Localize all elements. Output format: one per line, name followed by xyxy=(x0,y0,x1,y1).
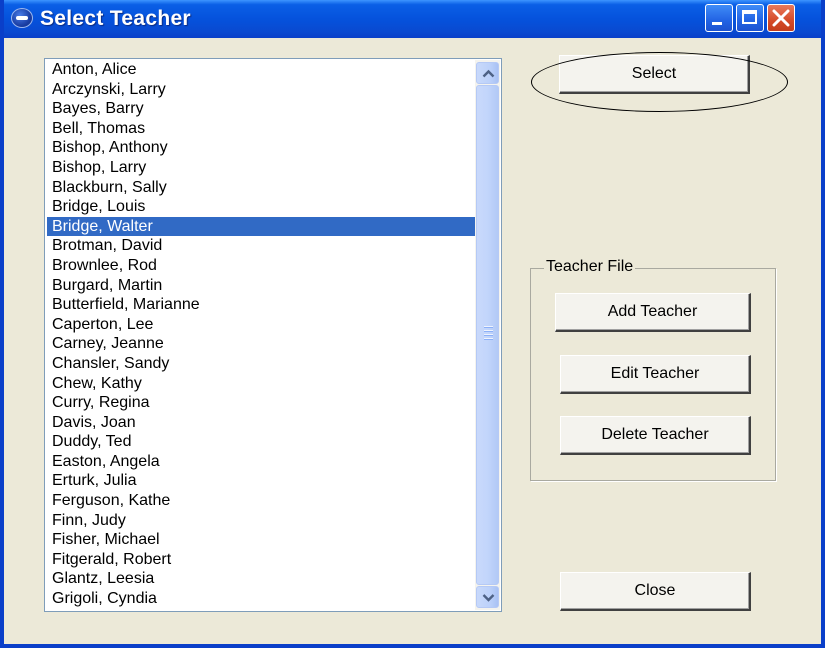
title-bar[interactable]: Select Teacher xyxy=(4,0,821,38)
list-item[interactable]: Davis, Joan xyxy=(47,413,475,433)
vertical-scrollbar[interactable] xyxy=(475,60,500,610)
list-item[interactable]: Arczynski, Larry xyxy=(47,80,475,100)
list-item[interactable]: Bayes, Barry xyxy=(47,99,475,119)
delete-teacher-button[interactable]: Delete Teacher xyxy=(560,416,751,455)
list-item[interactable]: Ferguson, Kathe xyxy=(47,491,475,511)
list-item[interactable]: Fisher, Michael xyxy=(47,530,475,550)
list-item[interactable]: Chew, Kathy xyxy=(47,374,475,394)
list-item[interactable]: Glantz, Leesia xyxy=(47,569,475,589)
list-item[interactable]: Anton, Alice xyxy=(47,60,475,80)
list-item[interactable]: Bell, Thomas xyxy=(47,119,475,139)
list-item[interactable]: Brotman, David xyxy=(47,236,475,256)
arrow-down-icon[interactable] xyxy=(476,586,499,608)
window-title: Select Teacher xyxy=(40,7,191,30)
list-item[interactable]: Chansler, Sandy xyxy=(47,354,475,374)
list-item[interactable]: Burgard, Martin xyxy=(47,276,475,296)
arrow-up-icon[interactable] xyxy=(476,62,499,84)
edit-teacher-button[interactable]: Edit Teacher xyxy=(560,355,751,394)
list-item[interactable]: Bridge, Walter xyxy=(47,216,475,237)
list-item[interactable]: Bishop, Anthony xyxy=(47,138,475,158)
list-item[interactable]: Carney, Jeanne xyxy=(47,334,475,354)
teacher-file-label: Teacher File xyxy=(544,258,636,276)
list-item[interactable]: Caperton, Lee xyxy=(47,315,475,335)
teacher-list[interactable]: Anton, Alice Arczynski, Larry Bayes, Barry… xyxy=(44,58,502,612)
maximize-icon[interactable] xyxy=(736,4,764,32)
list-item[interactable]: Easton, Angela xyxy=(47,452,475,472)
close-icon[interactable] xyxy=(767,4,795,32)
list-item[interactable]: Bridge, Louis xyxy=(47,197,475,217)
grip-icon xyxy=(484,326,493,342)
list-item[interactable]: Fitgerald, Robert xyxy=(47,550,475,570)
select-button[interactable]: Select xyxy=(559,55,750,94)
list-item[interactable]: Erturk, Julia xyxy=(47,471,475,491)
list-item[interactable]: Finn, Judy xyxy=(47,511,475,531)
list-item[interactable]: Curry, Regina xyxy=(47,393,475,413)
list-item[interactable]: Duddy, Ted xyxy=(47,432,475,452)
list-item[interactable]: Grigoli, Cyndia xyxy=(47,589,475,609)
close-button[interactable]: Close xyxy=(560,572,751,611)
list-item[interactable]: Bishop, Larry xyxy=(47,158,475,178)
minimize-icon[interactable] xyxy=(705,4,733,32)
select-teacher-window: Select Teacher Anton, Alice Arczynski, La… xyxy=(0,0,825,648)
list-item[interactable]: Butterfield, Marianne xyxy=(47,295,475,315)
teacher-list-items: Anton, Alice Arczynski, Larry Bayes, Barry… xyxy=(47,60,475,609)
list-item[interactable]: Blackburn, Sally xyxy=(47,178,475,198)
app-logo-icon xyxy=(11,8,33,28)
list-item[interactable]: Brownlee, Rod xyxy=(47,256,475,276)
add-teacher-button[interactable]: Add Teacher xyxy=(555,293,751,332)
scroll-thumb[interactable] xyxy=(476,85,499,585)
